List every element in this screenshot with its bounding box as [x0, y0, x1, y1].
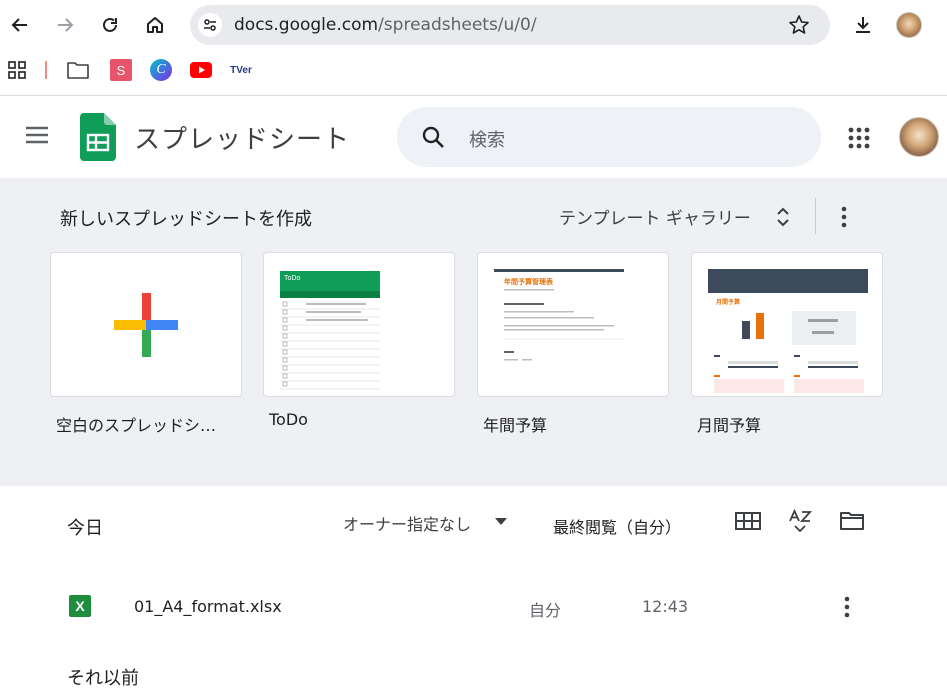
owner-filter-label: オーナー指定なし: [343, 515, 472, 534]
back-icon[interactable]: [4, 9, 36, 41]
sheets-logo-icon[interactable]: [80, 113, 116, 161]
template-section: 新しいスプレッドシートを作成 テンプレート ギャラリー 空白のスプレッドシ… T…: [0, 178, 947, 486]
unfold-icon[interactable]: [776, 206, 790, 228]
divider: [815, 198, 816, 234]
google-apps-icon[interactable]: [848, 127, 870, 149]
tver-icon[interactable]: TVer: [230, 59, 252, 81]
dropdown-arrow-icon: [495, 518, 507, 526]
template-gallery-button[interactable]: テンプレート ギャラリー: [559, 204, 751, 229]
main-menu-icon[interactable]: [24, 125, 50, 145]
template-label-todo: ToDo: [269, 410, 308, 429]
grid-view-icon[interactable]: [735, 511, 761, 531]
excel-file-icon: X: [69, 595, 91, 617]
folder-icon[interactable]: [67, 59, 89, 81]
bookmark-divider: [45, 61, 47, 79]
file-owner: 自分: [529, 601, 562, 620]
search-input[interactable]: 検索: [469, 126, 505, 152]
account-avatar[interactable]: [899, 117, 939, 157]
template-card-monthly-budget[interactable]: 月間予算: [691, 252, 883, 397]
star-icon[interactable]: [788, 14, 810, 36]
app-header: スプレッドシート 検索: [0, 97, 947, 178]
url-host: docs.google.com: [234, 15, 379, 35]
section-title-older: それ以前: [67, 668, 139, 689]
template-label-blank: 空白のスプレッドシ…: [56, 416, 217, 435]
template-label-monthly-budget: 月間予算: [697, 416, 762, 435]
template-card-annual-budget[interactable]: 年間予算管理表: [477, 252, 669, 397]
youtube-icon[interactable]: [190, 59, 212, 81]
file-more-icon[interactable]: [843, 596, 851, 618]
url-text: docs.google.com/spreadsheets/u/0/: [234, 15, 537, 35]
folder-picker-icon[interactable]: [839, 511, 865, 531]
s-app-icon[interactable]: S: [110, 59, 132, 81]
profile-avatar[interactable]: [896, 12, 922, 38]
section-title-today: 今日: [67, 518, 103, 539]
plus-icon: [114, 293, 178, 357]
template-label-annual-budget: 年間予算: [483, 416, 548, 435]
forward-icon[interactable]: [49, 9, 81, 41]
address-bar[interactable]: docs.google.com/spreadsheets/u/0/: [190, 5, 830, 45]
reload-icon[interactable]: [94, 9, 126, 41]
search-bar[interactable]: 検索: [397, 107, 821, 167]
template-heading: 新しいスプレッドシートを作成: [60, 209, 312, 230]
file-row[interactable]: X 01_A4_format.xlsx 自分 12:43: [0, 583, 947, 631]
template-card-blank[interactable]: [50, 252, 242, 397]
file-last-opened: 12:43: [642, 597, 689, 616]
app-title: スプレッドシート: [134, 125, 351, 155]
template-card-todo[interactable]: ToDo: [263, 252, 455, 397]
apps-grid-icon[interactable]: [6, 59, 28, 81]
browser-toolbar: docs.google.com/spreadsheets/u/0/ S C TV…: [0, 0, 947, 96]
sort-az-icon[interactable]: [787, 509, 813, 535]
annual-thumb-title: 年間予算管理表: [504, 278, 553, 286]
url-path: /spreadsheets/u/0/: [378, 15, 537, 35]
home-icon[interactable]: [139, 9, 171, 41]
owner-filter-dropdown[interactable]: オーナー指定なし: [343, 511, 507, 535]
more-vert-icon[interactable]: [840, 206, 848, 228]
download-icon[interactable]: [847, 9, 879, 41]
site-settings-icon[interactable]: [198, 13, 222, 37]
file-name[interactable]: 01_A4_format.xlsx: [134, 597, 282, 616]
todo-thumbnail: ToDo: [280, 271, 380, 396]
todo-thumb-title: ToDo: [284, 275, 301, 282]
canva-icon[interactable]: C: [150, 59, 172, 81]
sort-by-last-opened[interactable]: 最終閲覧（自分）: [553, 514, 681, 538]
search-icon: [421, 125, 445, 149]
